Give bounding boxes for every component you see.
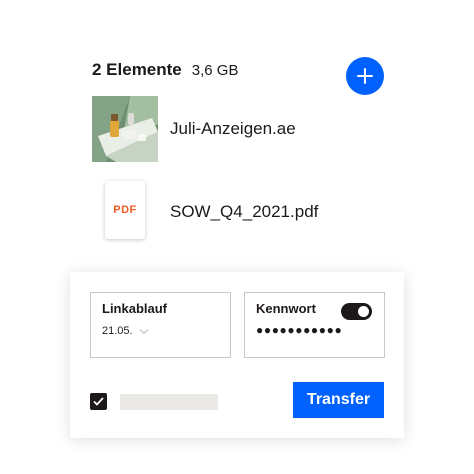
- password-field[interactable]: Kennwort ●●●●●●●●●●●: [244, 292, 385, 358]
- link-expiry-value: 21.05.: [102, 325, 133, 337]
- file-name: SOW_Q4_2021.pdf: [170, 202, 319, 221]
- plus-icon: [357, 68, 373, 84]
- pdf-icon: PDF: [92, 181, 158, 243]
- pdf-badge: PDF: [105, 181, 145, 239]
- file-item[interactable]: Juli-Anzeigen.ae: [92, 96, 296, 162]
- file-name: Juli-Anzeigen.ae: [170, 119, 296, 138]
- checkbox-label-placeholder: [120, 394, 218, 410]
- add-files-button[interactable]: [346, 57, 384, 95]
- password-label: Kennwort: [256, 301, 316, 316]
- option-checkbox[interactable]: [90, 393, 107, 410]
- password-value: ●●●●●●●●●●●: [256, 323, 343, 337]
- password-toggle[interactable]: [341, 303, 372, 320]
- item-count: 2 Elemente: [92, 60, 182, 79]
- link-expiry-label: Linkablauf: [102, 301, 168, 316]
- transfer-button[interactable]: Transfer: [293, 382, 384, 418]
- checkmark-icon: [93, 397, 104, 406]
- transfer-options-card: Linkablauf 21.05. Kennwort ●●●●●●●●●●● T…: [70, 272, 404, 438]
- link-expiry-value-row: 21.05.: [102, 325, 149, 337]
- image-thumbnail: [92, 96, 158, 162]
- link-expiry-field[interactable]: Linkablauf 21.05.: [90, 292, 231, 358]
- transfer-summary: 2 Elemente 3,6 GB: [92, 60, 238, 86]
- file-item[interactable]: PDF SOW_Q4_2021.pdf: [92, 181, 318, 243]
- total-size: 3,6 GB: [191, 62, 239, 79]
- chevron-down-icon: [139, 328, 149, 334]
- toggle-knob: [358, 306, 369, 317]
- transfer-screen: 2 Elemente 3,6 GB Juli-Anzeigen.ae PDF S…: [0, 0, 474, 474]
